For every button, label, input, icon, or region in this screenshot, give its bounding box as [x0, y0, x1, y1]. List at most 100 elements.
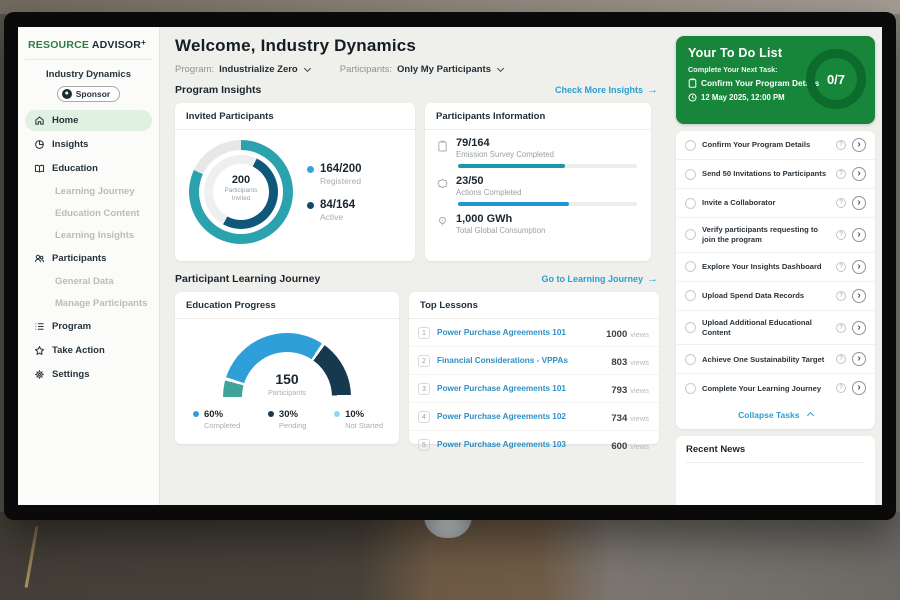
lesson-title-link[interactable]: Power Purchase Agreements 101: [437, 328, 599, 337]
check-more-insights-link[interactable]: Check More Insights→: [555, 84, 658, 96]
task-checkbox[interactable]: [685, 322, 696, 333]
lesson-title-link[interactable]: Power Purchase Agreements 101: [437, 384, 604, 393]
participants-filter-dropdown[interactable]: Participants: Only My Participants: [340, 64, 503, 75]
filter-bar: Program: Industrialize Zero Participants…: [175, 64, 660, 75]
task-row[interactable]: Verify participants requesting to join t…: [676, 218, 875, 253]
task-chevron-right-button[interactable]: ›: [852, 196, 866, 210]
sidebar-item-program[interactable]: Program: [25, 316, 152, 337]
task-checkbox[interactable]: [685, 169, 696, 180]
logo-plus: +: [141, 38, 146, 47]
task-row[interactable]: Upload Additional Educational Content ? …: [676, 311, 875, 346]
app-logo[interactable]: RESOURCE ADVISOR+: [25, 35, 152, 60]
program-insights-header: Program Insights Check More Insights→: [175, 84, 658, 96]
task-checkbox[interactable]: [685, 261, 696, 272]
help-icon[interactable]: ?: [836, 323, 846, 333]
task-chevron-right-button[interactable]: ›: [852, 260, 866, 274]
actions-icon: [437, 178, 448, 189]
dashboard-screen: RESOURCE ADVISOR+ Industry Dynamics ● Sp…: [18, 27, 882, 505]
stat-emission-survey: 79/164 Emission Survey Completed: [425, 130, 651, 159]
help-icon[interactable]: ?: [836, 140, 846, 150]
insights-pie-icon: [34, 139, 45, 150]
logo-text-resource: RESOURCE: [28, 39, 89, 51]
sidebar-item-label: Learning Insights: [55, 230, 134, 241]
task-chevron-right-button[interactable]: ›: [852, 381, 866, 395]
help-icon[interactable]: ?: [836, 291, 846, 301]
legend-dot-icon: [268, 411, 274, 417]
legend-item-active: 84/164 Active: [307, 199, 362, 222]
sponsor-icon: ●: [62, 89, 72, 99]
task-chevron-right-button[interactable]: ›: [852, 352, 866, 366]
learning-cards-row: Education Progress 150 Participants 60% …: [175, 292, 660, 444]
lesson-rank: 1: [418, 327, 430, 339]
task-row[interactable]: Send 50 Invitations to Participants ? ›: [676, 160, 875, 189]
help-icon[interactable]: ?: [836, 262, 846, 272]
todo-due-date: 12 May 2025, 12:00 PM: [701, 93, 785, 102]
task-checkbox[interactable]: [685, 290, 696, 301]
top-lessons-card: Top Lessons 1 Power Purchase Agreements …: [409, 292, 659, 444]
sidebar-item-insights[interactable]: Insights: [25, 134, 152, 155]
sidebar-item-education-content[interactable]: Education Content: [25, 204, 152, 223]
sidebar-item-label: Education Content: [55, 208, 139, 219]
arrow-right-icon: →: [647, 273, 658, 285]
sidebar-item-learning-journey[interactable]: Learning Journey: [25, 182, 152, 201]
task-checkbox[interactable]: [685, 383, 696, 394]
task-row[interactable]: Complete Your Learning Journey ? ›: [676, 374, 875, 402]
task-row[interactable]: Confirm Your Program Details ? ›: [676, 131, 875, 160]
participants-information-card-title: Participants Information: [425, 103, 651, 130]
help-icon[interactable]: ?: [836, 354, 846, 364]
go-to-learning-journey-link[interactable]: Go to Learning Journey→: [541, 273, 658, 285]
sidebar-item-take-action[interactable]: Take Action: [25, 340, 152, 361]
task-row[interactable]: Achieve One Sustainability Target ? ›: [676, 345, 875, 374]
lesson-row: 2 Financial Considerations - VPPAs 803vi…: [409, 347, 659, 375]
sidebar-item-label: General Data: [55, 276, 114, 287]
legend-item-completed: 60% Completed: [193, 409, 240, 430]
task-chevron-right-button[interactable]: ›: [852, 228, 866, 242]
sidebar-item-home[interactable]: Home: [25, 110, 152, 131]
chevron-down-icon: [304, 65, 311, 72]
lesson-rank: 4: [418, 411, 430, 423]
sidebar-item-settings[interactable]: Settings: [25, 364, 152, 385]
todo-progress-value: 0/7: [827, 72, 845, 87]
home-icon: [34, 115, 45, 126]
sidebar-item-label: Learning Journey: [55, 186, 135, 197]
help-icon[interactable]: ?: [836, 383, 846, 393]
help-icon[interactable]: ?: [836, 230, 846, 240]
learning-journey-header: Participant Learning Journey Go to Learn…: [175, 273, 658, 285]
task-chevron-right-button[interactable]: ›: [852, 321, 866, 335]
todo-next-task: Confirm Your Program Details: [701, 78, 819, 88]
help-icon[interactable]: ?: [836, 169, 846, 179]
lesson-title-link[interactable]: Power Purchase Agreements 103: [437, 440, 604, 449]
task-checkbox[interactable]: [685, 198, 696, 209]
collapse-tasks-link[interactable]: Collapse Tasks: [676, 402, 875, 429]
sidebar-item-general-data[interactable]: General Data: [25, 272, 152, 291]
task-checkbox[interactable]: [685, 354, 696, 365]
book-icon: [34, 163, 45, 174]
task-chevron-right-button[interactable]: ›: [852, 138, 866, 152]
lesson-row: 4 Power Purchase Agreements 102 734views: [409, 403, 659, 431]
sidebar: RESOURCE ADVISOR+ Industry Dynamics ● Sp…: [18, 27, 160, 505]
help-icon[interactable]: ?: [836, 198, 846, 208]
lesson-title-link[interactable]: Power Purchase Agreements 102: [437, 412, 604, 421]
task-chevron-right-button[interactable]: ›: [852, 289, 866, 303]
task-checkbox[interactable]: [685, 140, 696, 151]
task-checkbox[interactable]: [685, 229, 696, 240]
legend-dot-icon: [307, 166, 314, 173]
sidebar-item-learning-insights[interactable]: Learning Insights: [25, 226, 152, 245]
task-row[interactable]: Explore Your Insights Dashboard ? ›: [676, 253, 875, 282]
lesson-row: 1 Power Purchase Agreements 101 1000view…: [409, 319, 659, 347]
program-filter-label: Program:: [175, 64, 214, 75]
lesson-title-link[interactable]: Financial Considerations - VPPAs: [437, 356, 604, 365]
program-filter-dropdown[interactable]: Program: Industrialize Zero: [175, 64, 310, 75]
sidebar-item-education[interactable]: Education: [25, 158, 152, 179]
page-title: Welcome, Industry Dynamics: [175, 36, 660, 56]
donut-center-value: 200: [213, 174, 269, 186]
task-chevron-right-button[interactable]: ›: [852, 167, 866, 181]
sidebar-menu: Home Insights Education Learning Journey…: [25, 110, 152, 385]
sidebar-item-participants[interactable]: Participants: [25, 248, 152, 269]
sidebar-item-manage-participants[interactable]: Manage Participants: [25, 294, 152, 313]
task-row[interactable]: Invite a Collaborator ? ›: [676, 189, 875, 218]
task-row[interactable]: Upload Spend Data Records ? ›: [676, 282, 875, 311]
chevron-down-icon: [497, 65, 504, 72]
invited-participants-card: Invited Participants 200 Participants In…: [175, 103, 415, 261]
education-progress-card-title: Education Progress: [175, 292, 399, 319]
